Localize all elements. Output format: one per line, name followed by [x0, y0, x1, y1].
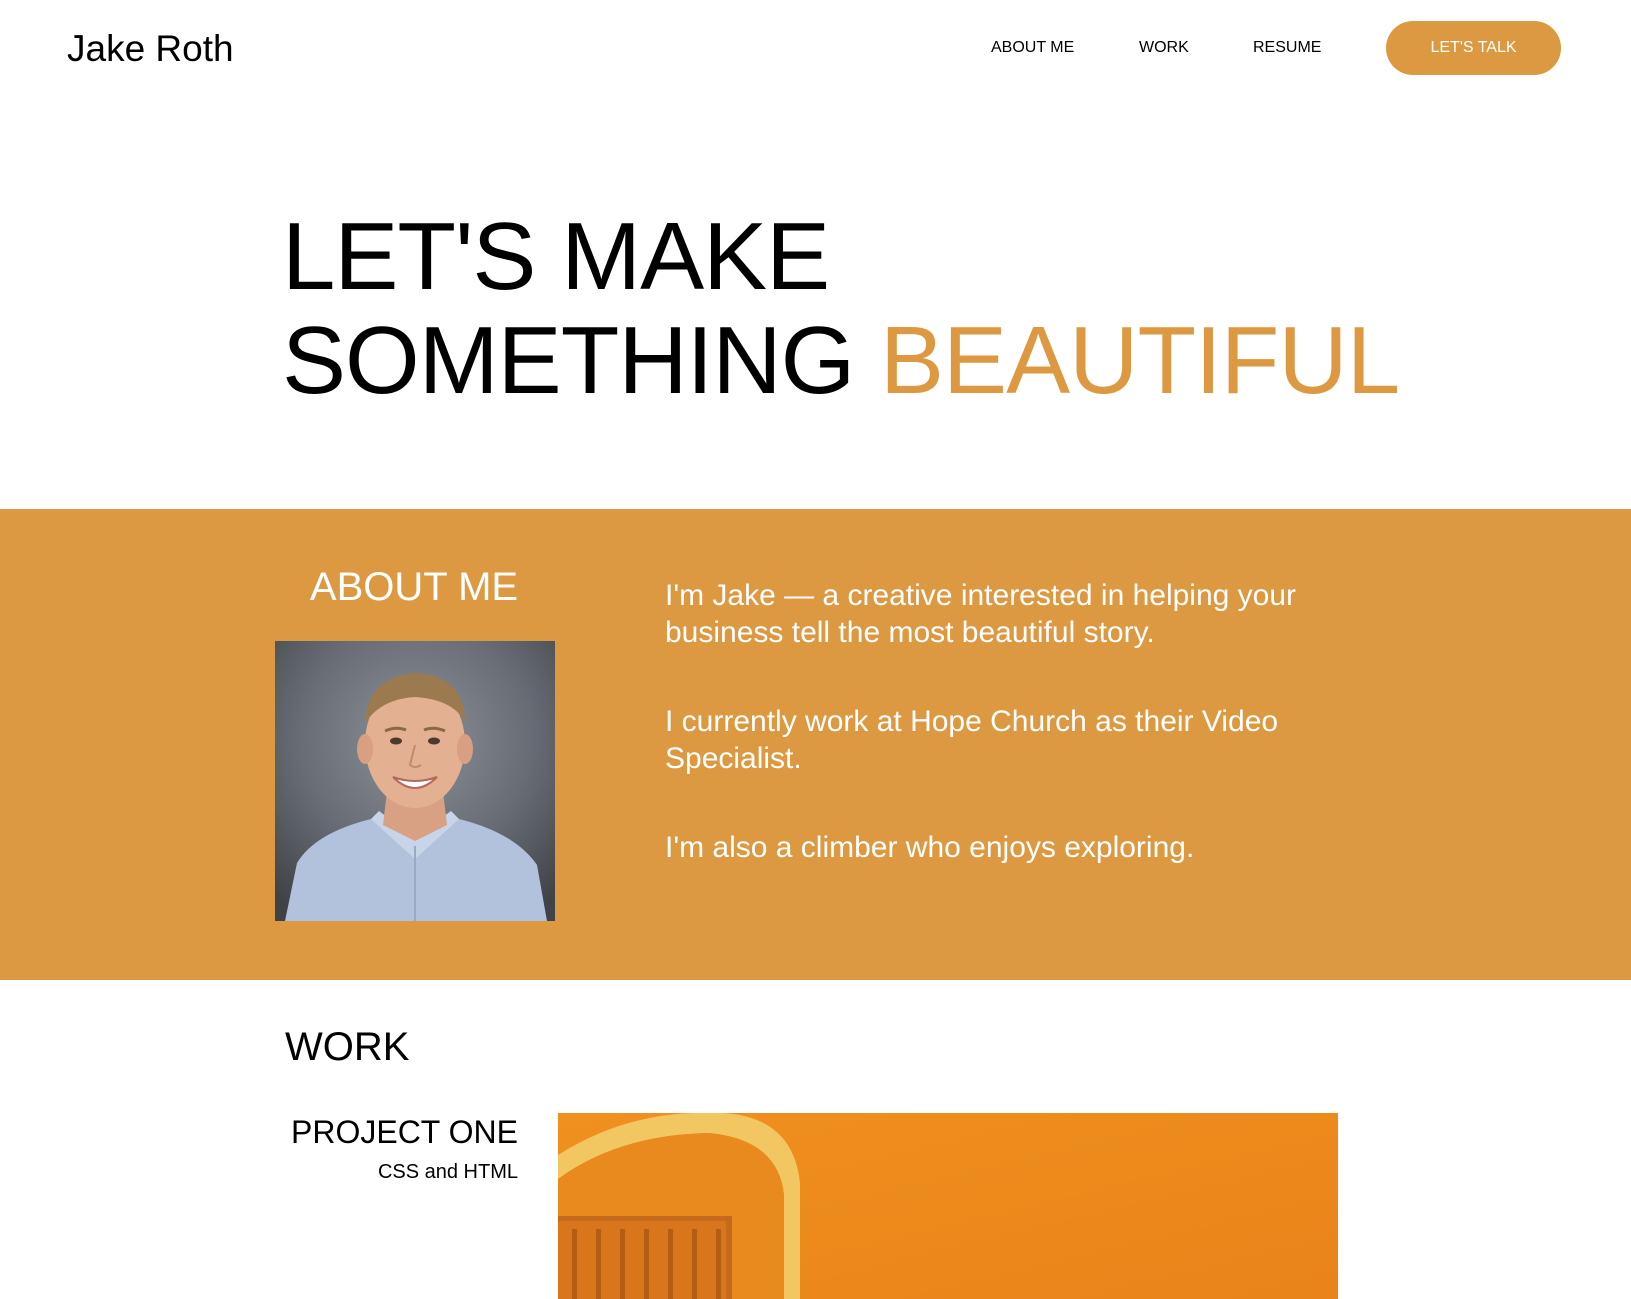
about-paragraph-job: I currently work at Hope Church as their…: [665, 705, 1279, 775]
about-paragraph-hobby: I'm also a climber who enjoys exploring.: [665, 831, 1195, 864]
project-title: PROJECT ONE: [291, 1114, 518, 1150]
nav-link-resume[interactable]: RESUME: [1253, 38, 1321, 58]
hero-heading: LET'S MAKE SOMETHING BEAUTIFUL: [282, 203, 1400, 414]
hero-line-2-prefix: SOMETHING: [282, 307, 881, 414]
project-subtitle: CSS and HTML: [377, 1161, 518, 1183]
site-header: Jake Roth ABOUT ME WORK RESUME LET'S TAL…: [0, 0, 1631, 100]
about-paragraph-intro: I'm Jake — a creative interested in help…: [665, 579, 1297, 649]
nav-link-about-me[interactable]: ABOUT ME: [991, 38, 1074, 58]
about-title: ABOUT ME: [309, 565, 519, 609]
lets-talk-button[interactable]: LET'S TALK: [1386, 21, 1561, 75]
hero-accent-word: BEAUTIFUL: [880, 307, 1400, 414]
hero-line-1: LET'S MAKE: [282, 203, 830, 310]
nav-link-work[interactable]: WORK: [1139, 38, 1189, 58]
site-logo[interactable]: Jake Roth: [67, 27, 234, 71]
portrait-photo: [275, 641, 555, 921]
about-section: ABOUT ME I'm Jake — a creative intereste…: [0, 509, 1631, 980]
project-image[interactable]: [558, 1113, 1338, 1299]
work-title: WORK: [285, 1025, 410, 1069]
about-body: I'm Jake — a creative interested in help…: [665, 577, 1365, 918]
